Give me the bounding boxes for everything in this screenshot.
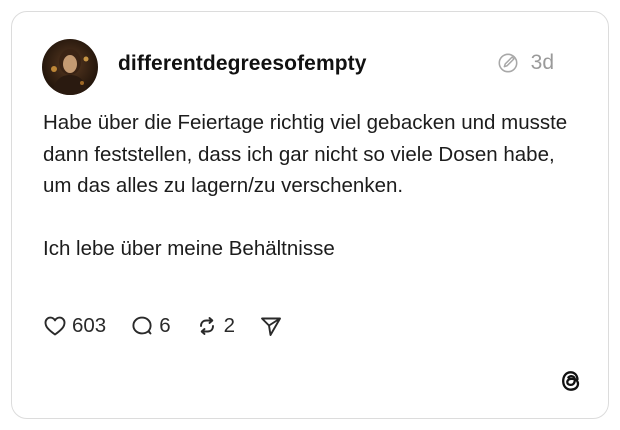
send-icon — [261, 317, 281, 336]
post-paragraph: Ich lebe über meine Behältnisse — [43, 236, 335, 260]
repost-count: 2 — [223, 314, 236, 337]
like-count: 603 — [72, 314, 107, 337]
repost-icon — [199, 317, 214, 335]
edited-pen-icon — [498, 53, 518, 73]
post-card: differentdegreesofempty 3d Habe über die… — [11, 11, 609, 419]
heart-icon — [44, 316, 66, 336]
post-meta: 3d — [497, 51, 554, 75]
avatar[interactable] — [42, 39, 98, 95]
username[interactable]: differentdegreesofempty — [118, 52, 367, 76]
share-button[interactable] — [259, 314, 283, 338]
post-body: Habe über die Feiertage richtig viel geb… — [43, 107, 583, 264]
post-paragraph: Habe über die Feiertage richtig viel geb… — [43, 111, 568, 197]
action-bar: 603 6 2 — [43, 314, 307, 338]
like-button[interactable]: 603 — [43, 314, 106, 338]
comment-icon — [132, 316, 152, 335]
repost-button[interactable]: 2 — [195, 314, 235, 338]
avatar-image — [42, 39, 98, 95]
reply-button[interactable]: 6 — [130, 314, 171, 338]
reply-count: 6 — [159, 314, 171, 337]
threads-logo-icon — [562, 371, 580, 391]
timestamp: 3d — [530, 51, 554, 74]
